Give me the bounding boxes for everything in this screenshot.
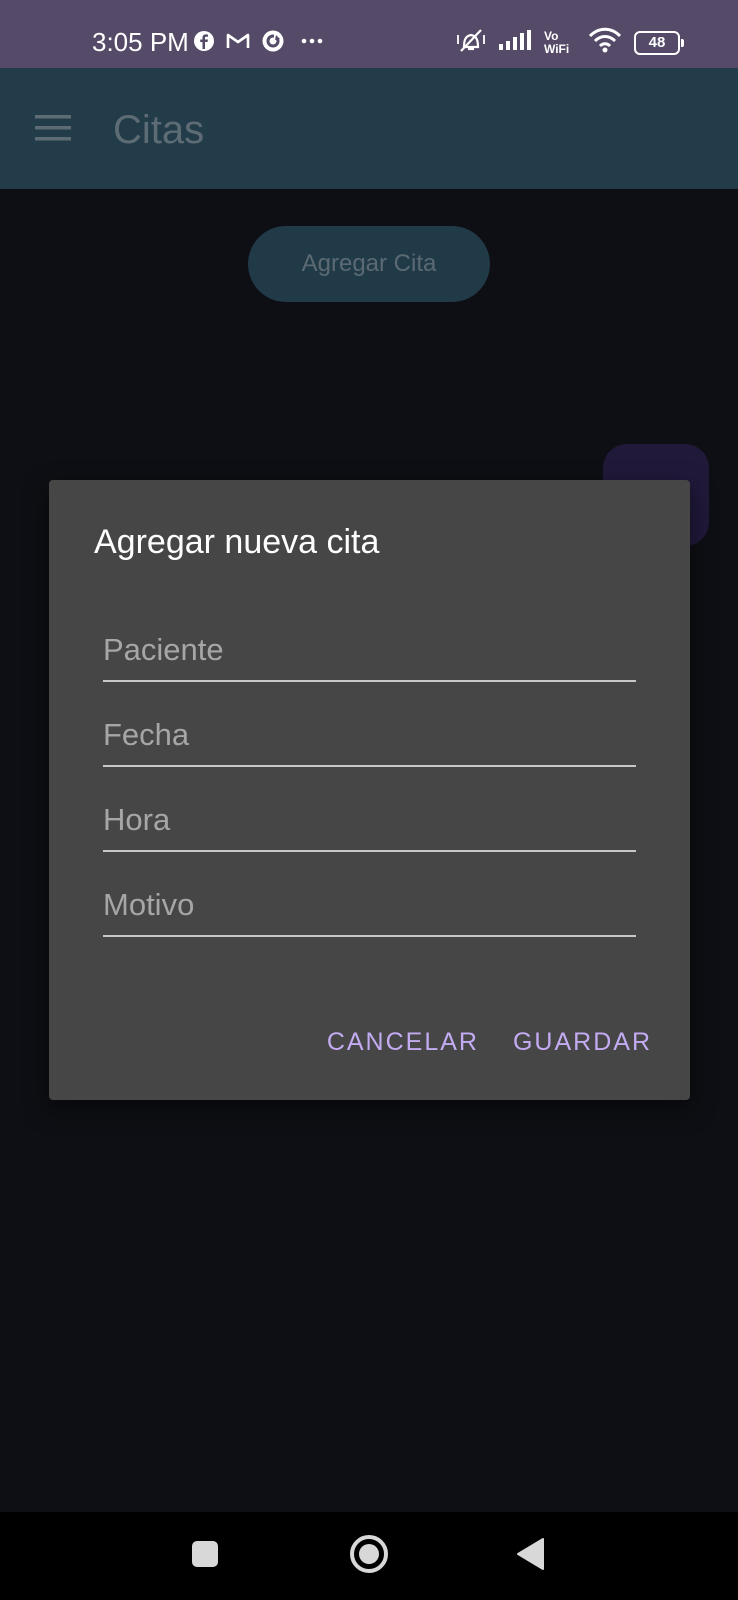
battery-icon: 48 xyxy=(634,30,684,55)
status-bar: 3:05 PM Vo WiFi 48 xyxy=(0,0,738,68)
recents-button[interactable] xyxy=(165,1512,245,1600)
home-button[interactable] xyxy=(329,1512,409,1600)
back-button[interactable] xyxy=(491,1512,571,1600)
time-field[interactable] xyxy=(103,790,636,852)
app-bar: Citas xyxy=(0,68,738,189)
menu-icon[interactable] xyxy=(35,113,71,143)
more-dots-icon xyxy=(295,30,329,57)
time-input[interactable] xyxy=(103,798,636,842)
status-left-icons xyxy=(193,29,329,58)
vowifi-icon: Vo WiFi xyxy=(544,28,576,56)
status-right-icons: Vo WiFi 48 xyxy=(456,27,684,58)
battery-level: 48 xyxy=(648,33,666,51)
facebook-icon xyxy=(193,30,215,57)
vibrate-off-icon xyxy=(456,27,486,58)
wifi-icon xyxy=(588,27,622,58)
app-title: Citas xyxy=(113,108,205,152)
navigation-bar xyxy=(0,1512,738,1600)
home-icon xyxy=(349,1534,389,1579)
signal-icon xyxy=(498,29,532,56)
status-time: 3:05 PM xyxy=(92,27,189,57)
reason-input[interactable] xyxy=(103,883,636,927)
sync-app-icon xyxy=(261,29,285,58)
date-field[interactable] xyxy=(103,705,636,767)
patient-field[interactable] xyxy=(103,620,636,682)
save-button[interactable]: GUARDAR xyxy=(513,1028,652,1057)
screen: 3:05 PM Vo WiFi 48 Citas Agregar Cita Ag… xyxy=(0,0,738,1600)
cancel-button[interactable]: CANCELAR xyxy=(327,1028,479,1057)
patient-input[interactable] xyxy=(103,628,636,672)
date-input[interactable] xyxy=(103,713,636,757)
dialog-title: Agregar nueva cita xyxy=(94,523,380,561)
dialog-actions: CANCELAR GUARDAR xyxy=(327,1028,652,1057)
vowifi-line1: Vo xyxy=(544,28,559,43)
add-appointment-dialog: Agregar nueva cita CANCELAR GUARDAR xyxy=(49,480,690,1100)
back-icon xyxy=(515,1537,547,1576)
reason-field[interactable] xyxy=(103,875,636,937)
gmail-icon xyxy=(225,30,251,57)
recents-icon xyxy=(190,1539,220,1574)
vowifi-line2: WiFi xyxy=(544,41,570,56)
add-appointment-button[interactable]: Agregar Cita xyxy=(248,226,490,302)
